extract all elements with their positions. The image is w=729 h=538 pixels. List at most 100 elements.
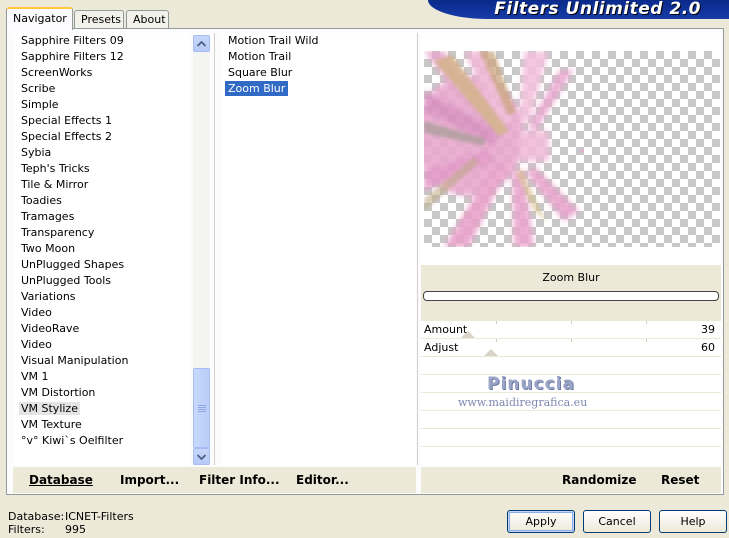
category-label: Transparency (21, 226, 95, 239)
preview-image (424, 51, 720, 247)
category-item[interactable]: Variations (13, 289, 189, 305)
category-item[interactable]: VM Stylize (13, 401, 189, 417)
category-item[interactable]: Visual Manipulation (13, 353, 189, 369)
category-label: Simple (21, 98, 59, 111)
category-item[interactable]: Scribe (13, 81, 189, 97)
category-label: Variations (21, 290, 76, 303)
filter-label: Square Blur (228, 66, 293, 79)
category-label: Video (21, 338, 52, 351)
param-adjust[interactable]: Adjust 60 (421, 339, 721, 357)
category-label: VM 1 (21, 370, 49, 383)
header-banner: Filters Unlimited 2.0 (428, 0, 729, 19)
category-item[interactable]: Video (13, 337, 189, 353)
category-list[interactable]: Sapphire Filters 09 Sapphire Filters 12 Sc… (13, 33, 189, 465)
reset-button[interactable]: Reset (661, 473, 699, 487)
category-label: Sapphire Filters 12 (21, 50, 124, 63)
category-item[interactable]: Sapphire Filters 09 (13, 33, 189, 49)
category-item[interactable]: Video (13, 305, 189, 321)
help-button[interactable]: Help (659, 510, 727, 533)
category-item[interactable]: UnPlugged Tools (13, 273, 189, 289)
editor-button[interactable]: Editor... (296, 473, 349, 487)
category-label: Visual Manipulation (21, 354, 129, 367)
category-label: Sapphire Filters 09 (21, 34, 124, 47)
param-empty (421, 411, 721, 429)
category-item[interactable]: Transparency (13, 225, 189, 241)
preview-area (421, 33, 721, 265)
navigator-panel: Sapphire Filters 09 Sapphire Filters 12 Sc… (6, 28, 724, 495)
filter-item[interactable]: Zoom Blur (221, 81, 416, 97)
category-label: Special Effects 2 (21, 130, 113, 143)
database-button[interactable]: Database (29, 473, 93, 487)
watermark-name: Pinuccia (487, 374, 575, 394)
status-filters-label: Filters: (8, 523, 45, 536)
category-label: Special Effects 1 (21, 114, 113, 127)
apply-button[interactable]: Apply (507, 510, 575, 533)
category-item[interactable]: Teph's Tricks (13, 161, 189, 177)
category-item[interactable]: Toadies (13, 193, 189, 209)
param-value: 39 (701, 323, 715, 336)
category-label: Scribe (21, 82, 56, 95)
filter-info-strip: Zoom Blur (421, 265, 721, 321)
category-label: VM Texture (21, 418, 82, 431)
category-label: Sybia (21, 146, 52, 159)
progress-bar (423, 291, 719, 301)
category-item[interactable]: Simple (13, 97, 189, 113)
randomize-button[interactable]: Randomize (562, 473, 636, 487)
cancel-button[interactable]: Cancel (583, 510, 651, 533)
filter-label: Zoom Blur (225, 81, 289, 96)
filter-item[interactable]: Square Blur (221, 65, 416, 81)
divider (417, 33, 418, 465)
status-filters-value: 995 (65, 523, 86, 536)
category-item[interactable]: VM Texture (13, 417, 189, 433)
category-label: ScreenWorks (21, 66, 93, 79)
filter-item[interactable]: Motion Trail Wild (221, 33, 416, 49)
status-database-label: Database: (8, 510, 65, 523)
param-value: 60 (701, 341, 715, 354)
category-item[interactable]: VideoRave (13, 321, 189, 337)
param-amount[interactable]: Amount 39 (421, 321, 721, 339)
category-item[interactable]: Special Effects 2 (13, 129, 189, 145)
category-item[interactable]: Special Effects 1 (13, 113, 189, 129)
divider (214, 33, 215, 465)
slider-thumb[interactable] (461, 331, 475, 338)
category-item[interactable]: Sybia (13, 145, 189, 161)
scroll-down-button[interactable] (193, 448, 210, 465)
category-label: VM Stylize (19, 402, 80, 415)
category-item[interactable]: UnPlugged Shapes (13, 257, 189, 273)
tab-navigator[interactable]: Navigator (6, 7, 73, 30)
scroll-thumb[interactable] (193, 368, 210, 448)
category-item[interactable]: VM 1 (13, 369, 189, 385)
scroll-up-button[interactable] (193, 35, 210, 52)
category-scrollbar[interactable] (193, 35, 210, 465)
tab-about[interactable]: About (126, 10, 169, 29)
category-item[interactable]: Tile & Mirror (13, 177, 189, 193)
filter-list[interactable]: Motion Trail Wild Motion Trail Square Blur… (221, 33, 416, 465)
slider-thumb[interactable] (484, 349, 498, 356)
category-label: °v° Kiwi`s Oelfilter (21, 434, 124, 447)
category-label: Two Moon (21, 242, 76, 255)
filter-item[interactable]: Motion Trail (221, 49, 416, 65)
category-item[interactable]: ScreenWorks (13, 65, 189, 81)
category-label: Toadies (21, 194, 62, 207)
filter-label: Motion Trail Wild (228, 34, 319, 47)
category-item[interactable]: Tramages (13, 209, 189, 225)
category-item[interactable]: Two Moon (13, 241, 189, 257)
category-label: Video (21, 306, 52, 319)
category-label: Teph's Tricks (21, 162, 90, 175)
import-button[interactable]: Import... (120, 473, 179, 487)
param-empty (421, 447, 721, 465)
right-toolbar: Randomize Reset (421, 467, 721, 493)
left-toolbar: Database Import... Filter Info... Editor… (13, 467, 416, 493)
filter-info-button[interactable]: Filter Info... (199, 473, 280, 487)
filter-label: Motion Trail (228, 50, 292, 63)
status-database-value: ICNET-Filters (65, 510, 134, 523)
tab-presets[interactable]: Presets (74, 10, 124, 29)
category-item[interactable]: VM Distortion (13, 385, 189, 401)
category-item[interactable]: °v° Kiwi`s Oelfilter (13, 433, 189, 449)
param-empty (421, 429, 721, 447)
category-label: Tile & Mirror (21, 178, 89, 191)
category-item[interactable]: Sapphire Filters 12 (13, 49, 189, 65)
category-label: UnPlugged Shapes (21, 258, 125, 271)
category-label: VM Distortion (21, 386, 96, 399)
category-label: UnPlugged Tools (21, 274, 111, 287)
